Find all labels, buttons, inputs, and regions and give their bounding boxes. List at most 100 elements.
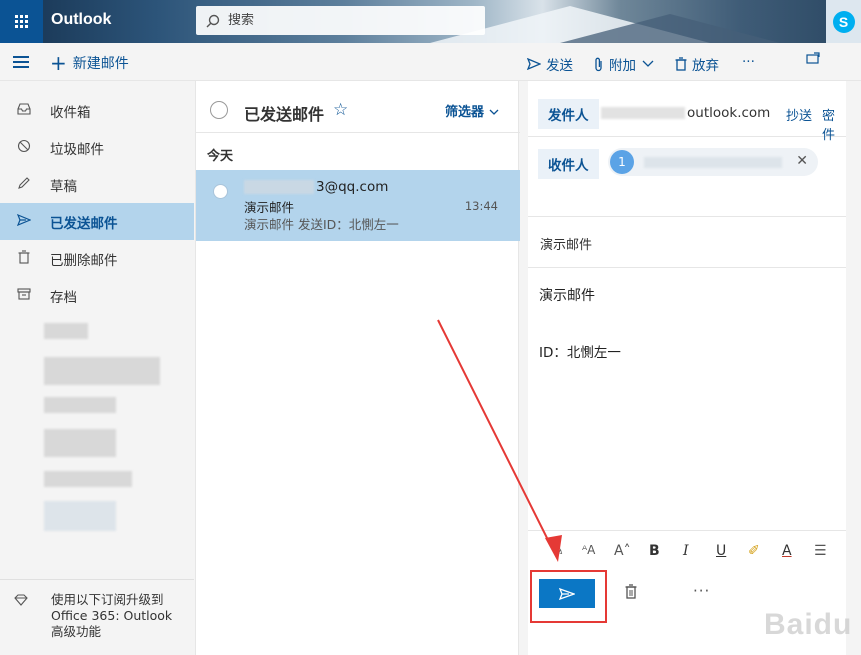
search-icon (206, 14, 220, 27)
sidebar-item-sent[interactable]: 已发送邮件 (0, 203, 194, 240)
redacted-from (601, 107, 685, 119)
select-all-checkbox[interactable] (210, 101, 228, 119)
from-address: outlook.com (601, 105, 770, 121)
recipient-avatar: 1 (610, 150, 634, 174)
message-preview: 演示邮件 发送ID：北惻左一 (244, 217, 399, 232)
pencil-icon (14, 176, 34, 194)
search-box[interactable] (196, 6, 485, 35)
folder-sidebar: 收件箱 垃圾邮件 草稿 已发送邮件 已删除邮件 存档 使用以下订阅升级到 Off… (0, 81, 194, 655)
remove-recipient-icon[interactable]: ✕ (796, 153, 808, 169)
sidebar-item-label: 收件箱 (50, 104, 91, 121)
inbox-icon (14, 102, 34, 119)
send-icon (14, 213, 34, 230)
new-mail-button[interactable]: + 新建邮件 (50, 53, 129, 73)
sidebar-item-label: 草稿 (50, 178, 77, 195)
blurred-folder[interactable] (44, 501, 116, 531)
blurred-folder[interactable] (44, 471, 132, 487)
trash-icon (675, 57, 687, 71)
redacted-recipient (644, 157, 782, 168)
from-row: 发件人 outlook.com 抄送 密件 (528, 81, 846, 143)
redacted-sender (244, 180, 314, 194)
sidebar-item-label: 已发送邮件 (50, 215, 118, 232)
cc-link[interactable]: 抄送 (786, 105, 812, 124)
popout-icon[interactable] (806, 52, 820, 68)
recipient-chip[interactable]: 1 ✕ (608, 148, 818, 176)
trash-icon (14, 249, 34, 268)
attach-command[interactable]: 附加 (594, 54, 654, 74)
favorite-star-icon[interactable]: ☆ (333, 100, 348, 120)
app-launcher-button[interactable] (0, 0, 43, 43)
send-arrow-icon (527, 58, 541, 70)
skype-icon: S (832, 10, 855, 33)
sidebar-item-label: 垃圾邮件 (50, 141, 104, 158)
message-time: 13:44 (464, 199, 498, 213)
formatting-toolbar: ✎ ᴬA A˄ B I U ✐ A ☰ (528, 530, 846, 570)
compose-pane: 发件人 outlook.com 抄送 密件 收件人 1 ✕ 演示邮件 演示邮件 … (528, 81, 846, 655)
archive-icon (14, 287, 34, 304)
to-button[interactable]: 收件人 (538, 149, 599, 179)
app-header: Outlook S (0, 0, 861, 43)
sidebar-item-inbox[interactable]: 收件箱 (0, 92, 194, 129)
bullets-icon[interactable]: ☰ (814, 543, 827, 559)
font-size-icon[interactable]: ᴬA (582, 543, 595, 557)
skype-button[interactable]: S (826, 0, 861, 43)
sidebar-item-drafts[interactable]: 草稿 (0, 166, 194, 203)
discard-button[interactable] (625, 584, 637, 603)
chevron-down-icon (642, 60, 654, 67)
bold-icon[interactable]: B (649, 543, 660, 559)
message-list-header: 已发送邮件 ☆ 筛选器 (196, 81, 520, 133)
discard-command-label: 放弃 (692, 58, 719, 74)
plus-icon: + (50, 51, 67, 75)
send-command[interactable]: 发送 (527, 54, 573, 74)
blurred-folder[interactable] (44, 429, 116, 457)
sidebar-item-label: 已删除邮件 (50, 252, 118, 269)
date-group-header: 今天 (207, 149, 234, 164)
folder-title: 已发送邮件 (244, 105, 325, 124)
chevron-down-icon (489, 109, 499, 115)
body-text-line[interactable]: 演示邮件 (539, 285, 595, 305)
message-sender: 3@qq.com (244, 179, 388, 195)
highlight-box (530, 570, 607, 623)
italic-icon[interactable]: I (683, 543, 689, 559)
blurred-folder[interactable] (44, 323, 88, 339)
message-item[interactable]: 3@qq.com 演示邮件 演示邮件 发送ID：北惻左一 13:44 (196, 170, 520, 241)
grow-font-icon[interactable]: A˄ (614, 543, 631, 559)
send-command-label: 发送 (546, 58, 573, 74)
watermark-logo: Baidu (764, 608, 853, 641)
body-text-line[interactable]: ID：北惻左一 (539, 341, 621, 361)
trash-icon (625, 584, 637, 599)
from-button[interactable]: 发件人 (538, 99, 599, 129)
app-brand[interactable]: Outlook (51, 11, 111, 29)
hamburger-menu-icon[interactable] (13, 56, 29, 71)
sidebar-item-label: 存档 (50, 289, 77, 306)
compose-more-button[interactable]: ··· (693, 582, 710, 600)
highlight-icon[interactable]: ✐ (748, 543, 760, 559)
paperclip-icon (595, 57, 602, 71)
sender-suffix: 3@qq.com (316, 179, 389, 195)
sidebar-item-archive[interactable]: 存档 (0, 277, 194, 314)
blurred-folder[interactable] (44, 397, 116, 413)
filter-button[interactable]: 筛选器 (445, 101, 499, 120)
underline-icon[interactable]: U (716, 543, 726, 559)
header-mountain-shadow (560, 14, 780, 43)
blurred-folder[interactable] (44, 357, 160, 385)
sidebar-item-junk[interactable]: 垃圾邮件 (0, 129, 194, 166)
upgrade-promo[interactable]: 使用以下订阅升级到 Office 365: Outlook 高级功能 (0, 579, 194, 655)
more-icon: ··· (742, 54, 755, 70)
search-input[interactable] (228, 13, 468, 28)
junk-icon (14, 139, 34, 157)
attach-command-label: 附加 (609, 58, 636, 74)
sidebar-item-deleted[interactable]: 已删除邮件 (0, 240, 194, 277)
discard-command[interactable]: 放弃 (675, 54, 719, 74)
message-list-pane: 已发送邮件 ☆ 筛选器 今天 3@qq.com 演示邮件 演示邮件 发送ID：北… (195, 81, 520, 655)
more-options-button[interactable]: ··· (742, 54, 755, 70)
subject-field[interactable]: 演示邮件 (540, 234, 592, 253)
waffle-icon (15, 15, 28, 28)
format-painter-icon[interactable]: ✎ (552, 543, 564, 559)
upgrade-text: 使用以下订阅升级到 Office 365: Outlook 高级功能 (51, 592, 173, 639)
diamond-icon (14, 594, 28, 610)
new-mail-label: 新建邮件 (72, 56, 129, 72)
right-edge-panel (846, 81, 861, 655)
message-select-radio[interactable] (213, 184, 228, 199)
font-color-icon[interactable]: A (782, 543, 792, 559)
